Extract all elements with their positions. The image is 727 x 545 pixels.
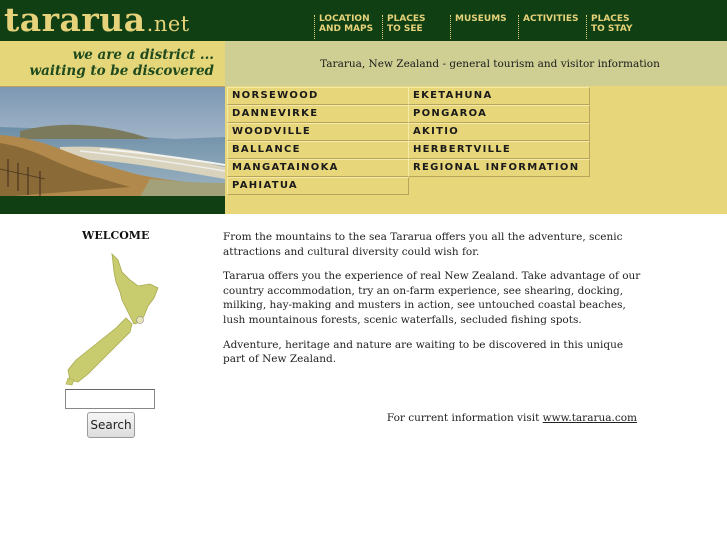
menu-eketahuna[interactable]: EKETAHUNA [408,87,590,105]
header-bar: tararua.net LOCATION AND MAPS PLACES TO … [0,0,727,41]
main-content: From the mountains to the sea Tararua of… [223,230,641,377]
info-text: Tararua, New Zealand - general tourism a… [320,58,660,70]
menu-mangatainoka[interactable]: MANGATAINOKA [227,159,409,177]
nav-activities[interactable]: ACTIVITIES [518,14,579,39]
menu-norsewood[interactable]: NORSEWOOD [227,87,409,105]
coastal-photo [0,86,225,196]
nav-places-to-stay[interactable]: PLACES TO STAY [586,14,632,39]
site-logo[interactable]: tararua.net [4,0,190,39]
tagline: we are a district ... waiting to be disc… [29,47,214,79]
current-info-line: For current information visit www.tararu… [380,412,637,424]
menu-pahiatua[interactable]: PAHIATUA [227,177,409,195]
photo-footer-bar [0,196,225,214]
nav-location-and-maps[interactable]: LOCATION AND MAPS [314,14,373,39]
town-menu: NORSEWOOD DANNEVIRKE WOODVILLE BALLANCE … [225,86,727,214]
logo-text: tararua [4,0,146,39]
menu-dannevirke[interactable]: DANNEVIRKE [227,105,409,123]
search-button[interactable]: Search [87,412,135,438]
tararua-com-link[interactable]: www.tararua.com [543,412,637,424]
intro-paragraph: From the mountains to the sea Tararua of… [223,231,623,258]
nav-places-to-see[interactable]: PLACES TO SEE [382,14,426,39]
current-info-text: For current information visit [386,412,543,424]
experience-paragraph: Tararua offers you the experience of rea… [223,270,641,326]
menu-herbertville[interactable]: HERBERTVILLE [408,141,590,159]
menu-woodville[interactable]: WOODVILLE [227,123,409,141]
info-band: Tararua, New Zealand - general tourism a… [225,41,727,86]
menu-regional-information[interactable]: REGIONAL INFORMATION [408,159,590,177]
tagline-band: we are a district ... waiting to be disc… [0,41,225,86]
new-zealand-map[interactable] [60,252,170,387]
logo-tld: .net [146,12,190,36]
welcome-heading: WELCOME [82,229,150,242]
adventure-paragraph: Adventure, heritage and nature are waiti… [223,338,624,366]
menu-ballance[interactable]: BALLANCE [227,141,409,159]
menu-pongaroa[interactable]: PONGAROA [408,105,590,123]
coastal-photo-image [0,87,225,196]
nav-museums[interactable]: MUSEUMS [450,14,507,39]
search-input[interactable] [65,389,155,409]
menu-akitio[interactable]: AKITIO [408,123,590,141]
